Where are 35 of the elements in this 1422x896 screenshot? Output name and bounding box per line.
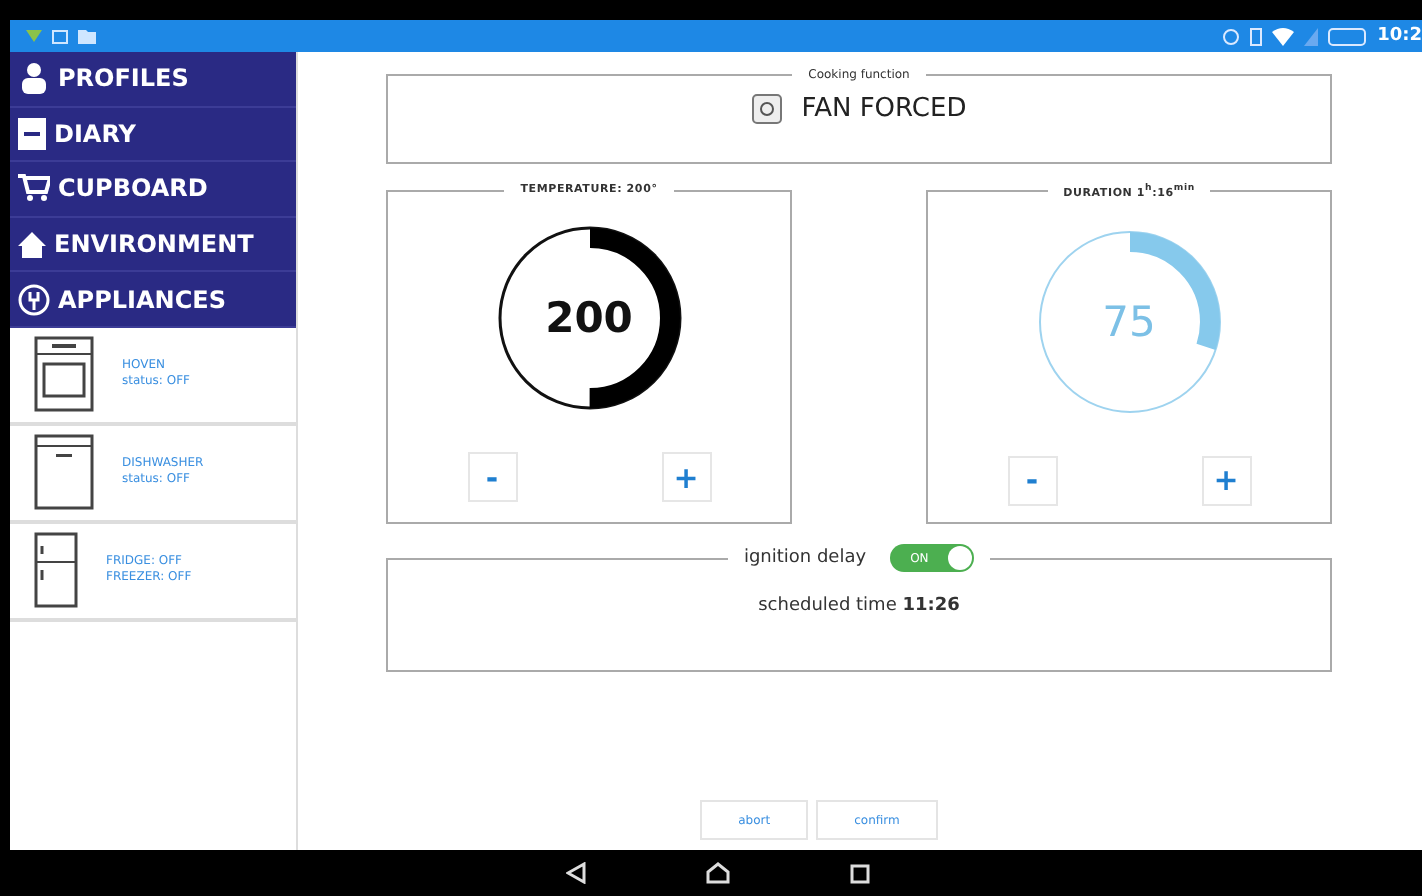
nav-item[interactable]: APPLIANCES	[10, 272, 296, 328]
wifi-icon	[1271, 27, 1294, 45]
clock-time: 10:2	[1377, 26, 1422, 46]
increase-button[interactable]: +	[661, 452, 711, 502]
scheduled-time: scheduled time 11:26	[758, 596, 960, 616]
nav-item[interactable]: ENVIRONMENT	[10, 217, 296, 273]
home-icon[interactable]	[705, 862, 729, 884]
oven-icon	[34, 336, 94, 413]
dial-gauge[interactable]	[495, 224, 683, 412]
signal-icon	[1303, 27, 1318, 45]
increase-button[interactable]: +	[1201, 455, 1251, 506]
recents-icon[interactable]	[849, 863, 869, 883]
nav-item[interactable]: PROFILES	[10, 52, 296, 108]
alarm-icon	[1221, 27, 1240, 45]
dishwasher-icon	[34, 434, 94, 511]
nav-item[interactable]: DIARY	[10, 107, 296, 163]
back-icon[interactable]	[565, 862, 585, 884]
notebook-icon	[18, 117, 46, 150]
folder-icon	[78, 29, 96, 43]
people-icon	[18, 62, 50, 95]
plug-icon	[18, 283, 50, 316]
decrease-button[interactable]: -	[1007, 455, 1057, 506]
cart-icon	[18, 174, 50, 203]
battery-icon	[1327, 27, 1368, 45]
house-icon	[18, 231, 46, 258]
cooking-function-value: FAN FORCED	[801, 94, 967, 124]
dial-reading: 75	[1102, 297, 1156, 346]
sim-icon	[1249, 27, 1262, 45]
panel-legend: ignition delay	[743, 548, 867, 568]
dial-reading: 200	[545, 294, 633, 342]
image-icon	[52, 29, 68, 43]
nav-item[interactable]: CUPBOARD	[10, 162, 296, 218]
decrease-button[interactable]: -	[467, 452, 517, 502]
fridge-icon	[34, 532, 78, 609]
notification-icon	[26, 28, 42, 44]
